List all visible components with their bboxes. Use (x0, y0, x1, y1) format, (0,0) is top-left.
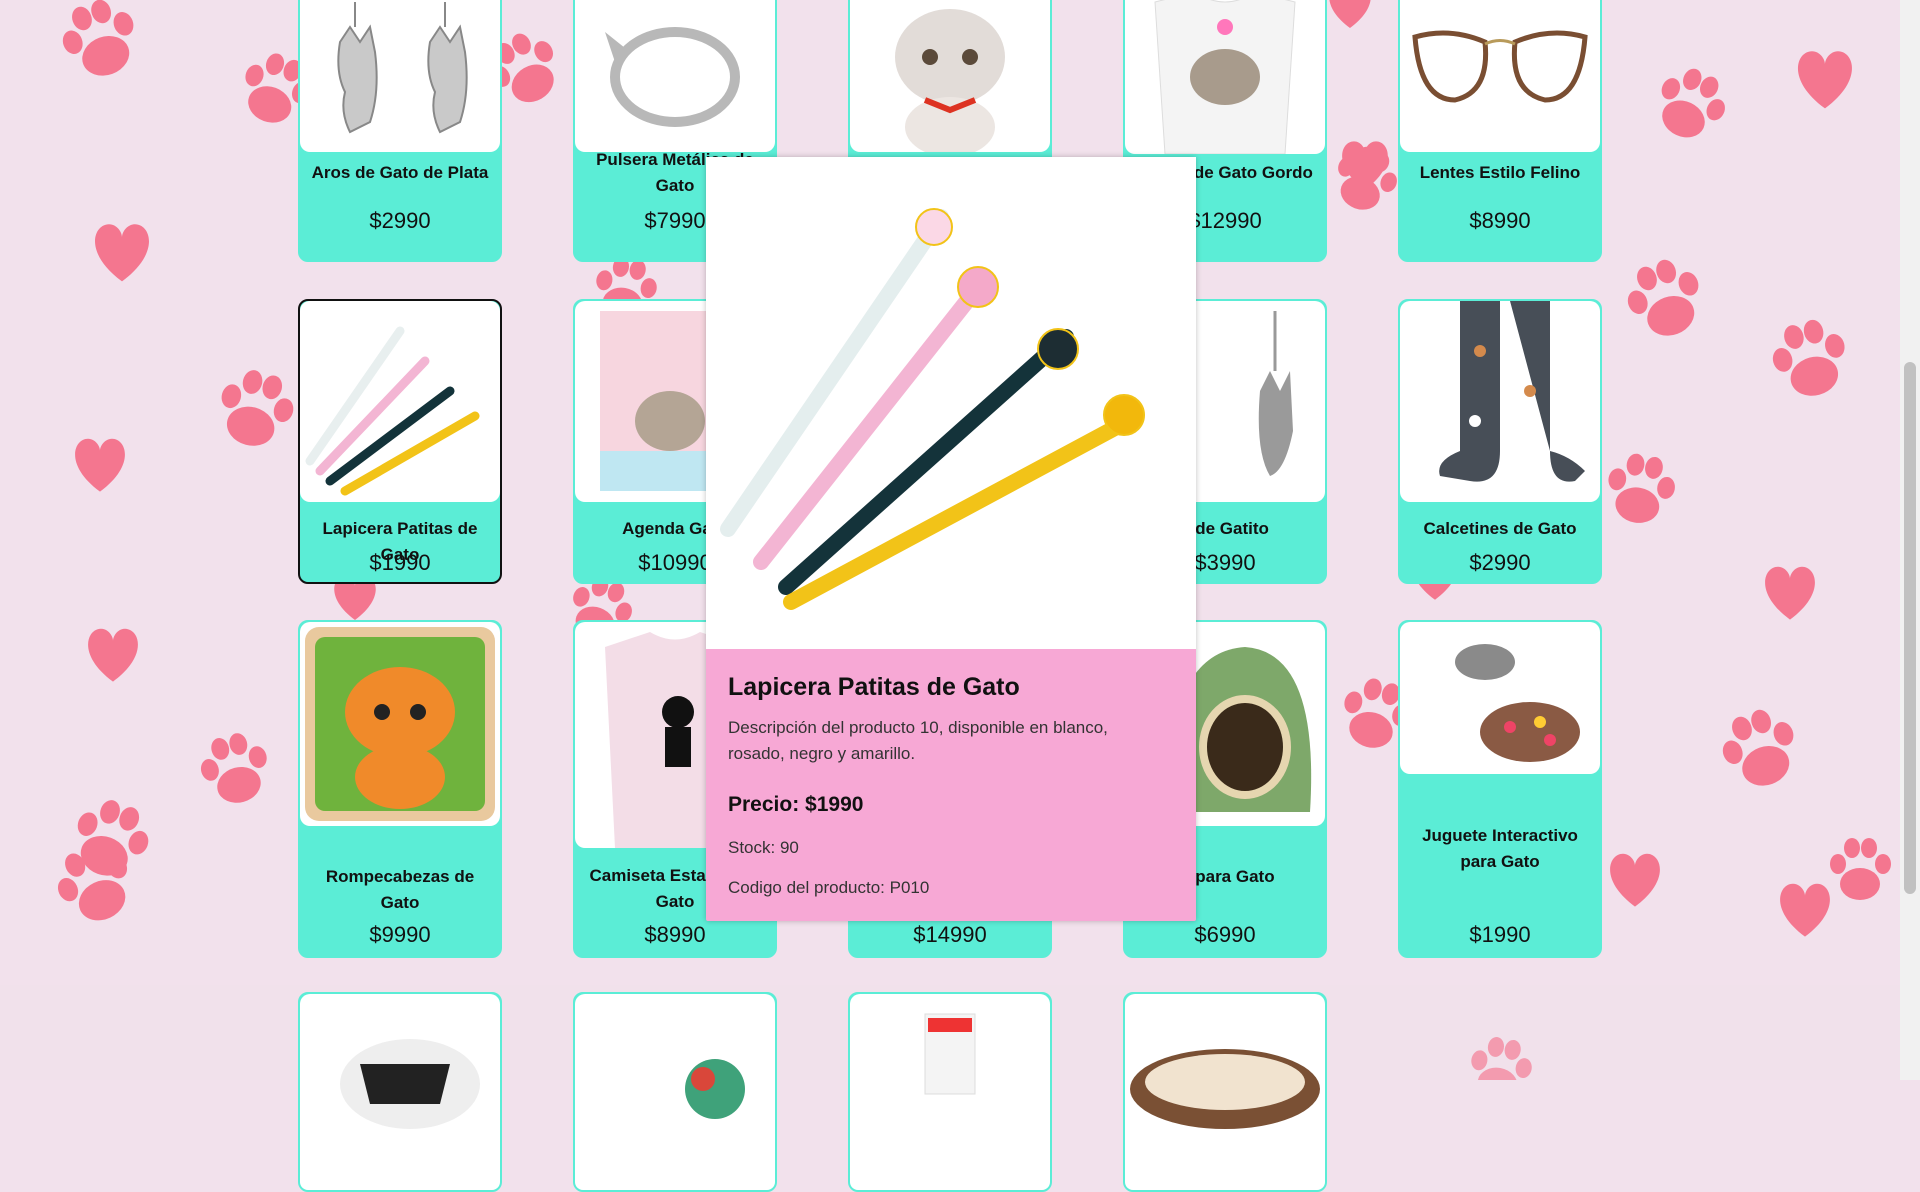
cat-plush-image (850, 0, 1050, 152)
product-price: $14990 (913, 922, 987, 947)
cat-ring-image (575, 0, 775, 152)
cat-tshirt-image (1125, 0, 1325, 154)
round-cat-bed-image (1125, 994, 1325, 1190)
paw-pens-large-image (706, 157, 1196, 649)
product-price: $1990 (369, 550, 431, 575)
product-price: $8990 (1469, 208, 1531, 233)
product-name: Rompecabezas de Gato (325, 867, 475, 912)
cat-socks-image (1400, 301, 1600, 502)
product-card[interactable]: Calcetines de Gato $2990 (1398, 299, 1602, 584)
product-price: $6990 (1194, 922, 1256, 947)
modal-description: Descripción del producto 10, disponible … (728, 718, 1108, 763)
product-price: $8990 (644, 922, 706, 947)
cat-puzzle-image (300, 622, 500, 826)
product-card[interactable]: Juguete Interactivo para Gato $1990 (1398, 620, 1602, 958)
product-card[interactable]: Lentes Estilo Felino $8990 (1398, 0, 1602, 262)
product-card[interactable] (298, 992, 502, 1192)
cat-eye-glasses-image (1400, 0, 1600, 152)
product-name: Juguete Interactivo para Gato (1422, 826, 1578, 871)
product-card[interactable] (848, 992, 1052, 1192)
scrollbar-thumb[interactable] (1904, 362, 1916, 894)
product-detail-modal: Lapicera Patitas de Gato Descripción del… (706, 157, 1196, 921)
paw-pens-image (300, 301, 500, 502)
yarn-ball-image (575, 994, 775, 1190)
product-price: $1990 (1469, 922, 1531, 947)
modal-product-code: Codigo del producto: P010 (728, 878, 930, 897)
cat-earrings-image (300, 0, 500, 152)
product-name: Aros de Gato de Plata (311, 163, 489, 182)
cat-food-bag-image (850, 994, 1050, 1190)
modal-title: Lapicera Patitas de Gato (728, 673, 1020, 701)
cat-toy-image (1400, 622, 1600, 774)
vertical-scrollbar[interactable] (1900, 0, 1920, 1080)
cat-harness-image (300, 994, 500, 1190)
product-name: Calcetines de Gato (1423, 519, 1577, 538)
modal-price: Precio: $1990 (728, 793, 864, 816)
product-card[interactable]: Aros de Gato de Plata $2990 (298, 0, 502, 262)
product-card[interactable] (1123, 992, 1327, 1192)
product-price: $2990 (369, 208, 431, 233)
product-card[interactable]: Rompecabezas de Gato $9990 (298, 620, 502, 958)
product-card-selected[interactable]: Lapicera Patitas de Gato $1990 (298, 299, 502, 584)
product-price: $2990 (1469, 550, 1531, 575)
product-price: $9990 (369, 922, 431, 947)
product-card[interactable] (573, 992, 777, 1192)
product-name: Lentes Estilo Felino (1419, 163, 1581, 182)
modal-stock: Stock: 90 (728, 838, 799, 857)
